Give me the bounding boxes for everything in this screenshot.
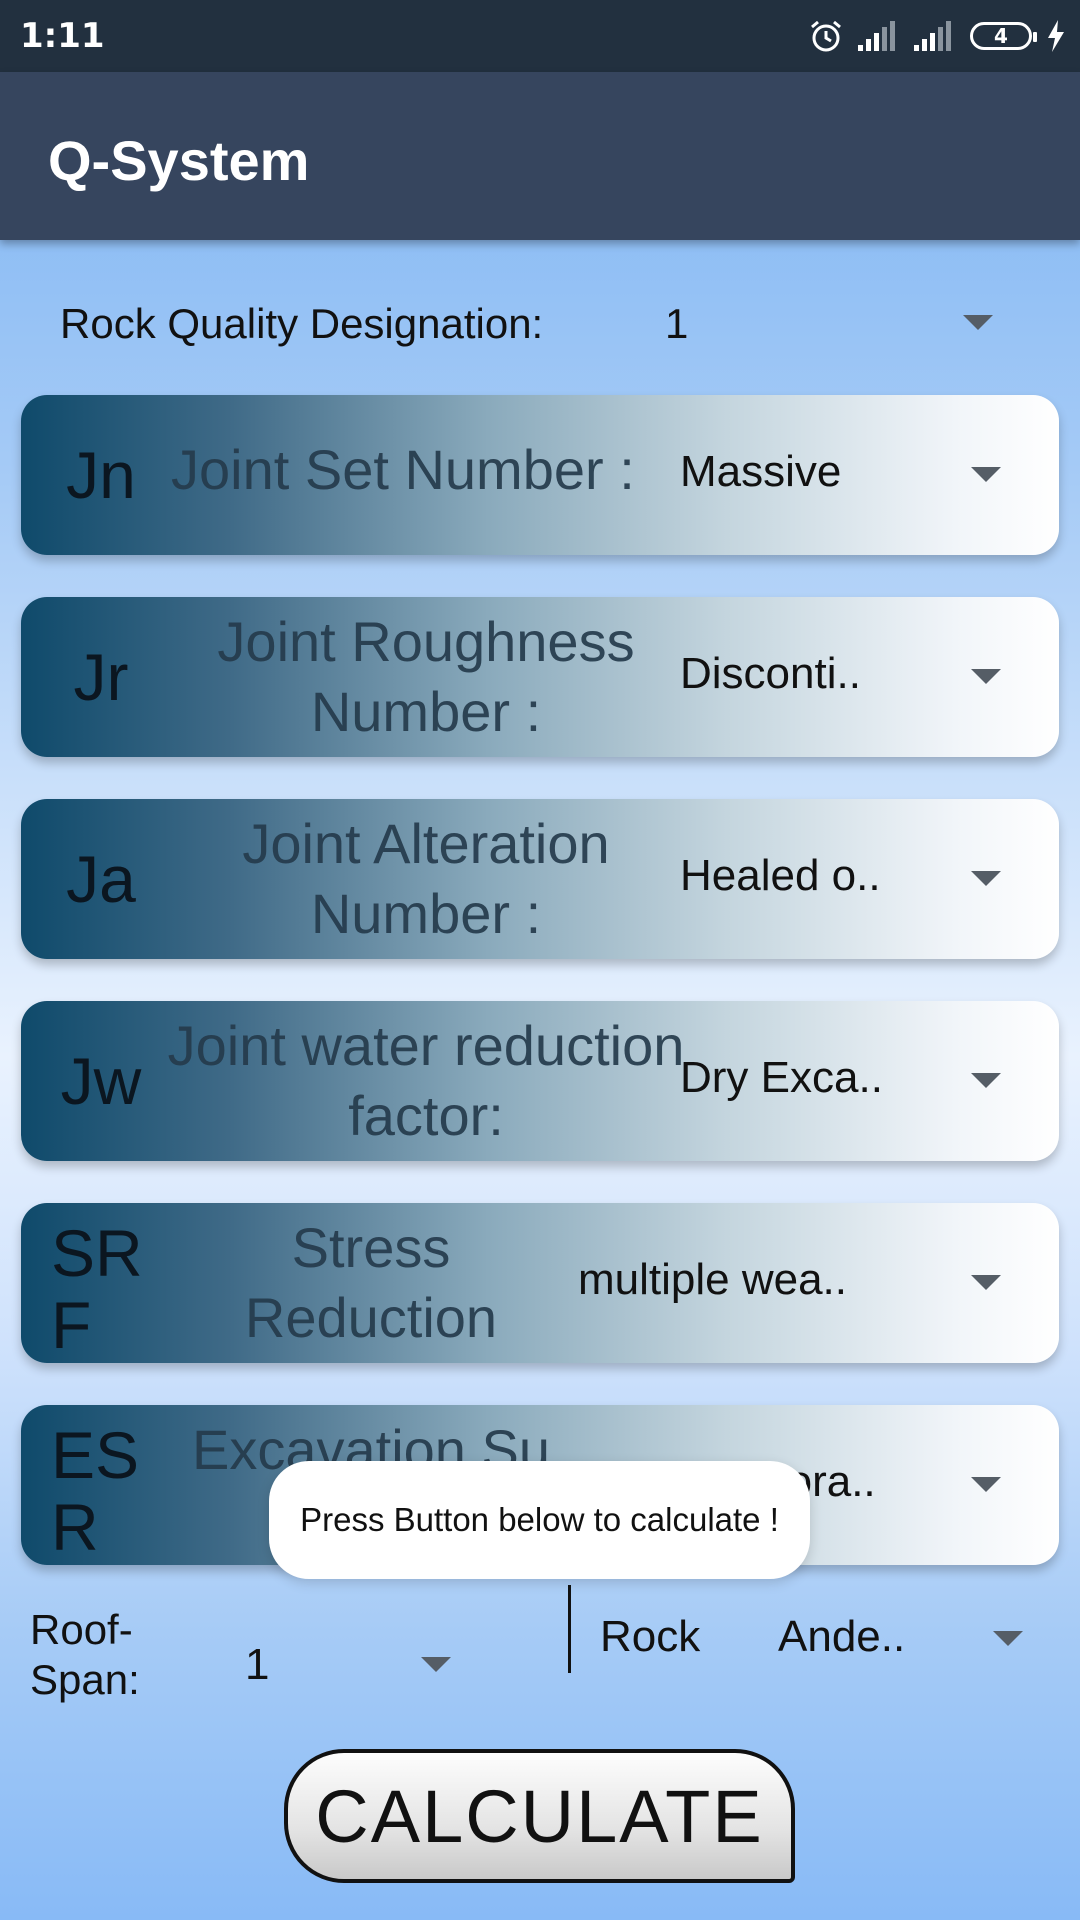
app-bar: Q-System (0, 72, 1080, 240)
jr-dropdown-value[interactable]: Disconti.. (680, 649, 861, 699)
status-time: 1:11 (20, 16, 105, 56)
bottom-divider (568, 1585, 571, 1673)
battery-icon: 4 (970, 22, 1037, 50)
app-title: Q-System (48, 129, 310, 192)
rock-dropdown-value[interactable]: Ande.. (778, 1612, 905, 1662)
roof-span-dropdown-arrow-icon[interactable] (421, 1657, 451, 1672)
rqd-row[interactable]: Rock Quality Designation: 1 (0, 290, 1080, 360)
rock-dropdown-arrow-icon[interactable] (993, 1631, 1023, 1646)
jn-dropdown-value[interactable]: Massive (680, 447, 841, 497)
rock-label: Rock (600, 1612, 701, 1661)
jr-label: Joint Roughness Number : (217, 610, 635, 743)
battery-level: 4 (994, 24, 1008, 48)
ja-dropdown-arrow-icon[interactable] (971, 871, 1001, 886)
signal-icon (858, 21, 895, 51)
jr-card[interactable]: Jr Joint Roughness Number : Disconti.. (21, 597, 1059, 757)
jw-dropdown-arrow-icon[interactable] (971, 1073, 1001, 1088)
roof-span-dropdown-value[interactable]: 1 (245, 1640, 269, 1690)
bottom-row: Roof-Span: 1 Rock Ande.. (0, 1585, 1080, 1715)
charging-icon (1048, 20, 1064, 52)
jw-dropdown-value[interactable]: Dry Exca.. (680, 1053, 883, 1103)
calculate-button[interactable]: CALCULATE (284, 1749, 795, 1883)
jn-label: Joint Set Number : (171, 438, 635, 501)
rqd-dropdown-arrow-icon[interactable] (963, 315, 993, 330)
ja-dropdown-value[interactable]: Healed o.. (680, 851, 881, 901)
srf-dropdown-value[interactable]: multiple wea.. (578, 1255, 847, 1305)
srf-label: Stress Reduction (244, 1216, 498, 1349)
srf-dropdown-arrow-icon[interactable] (971, 1275, 1001, 1290)
alarm-icon (811, 20, 841, 52)
jw-card[interactable]: Jw Joint water reduction factor: Dry Exc… (21, 1001, 1059, 1161)
jw-label: Joint water reduction factor: (167, 1014, 685, 1147)
srf-abbr: SRF (51, 1216, 143, 1362)
rqd-dropdown-value[interactable]: 1 (665, 300, 688, 348)
status-icons: 4 (808, 18, 1066, 54)
esr-dropdown-arrow-icon[interactable] (971, 1477, 1001, 1492)
esr-abbr: ESR (51, 1418, 140, 1564)
roof-span-label: Roof-Span: (30, 1606, 140, 1703)
toast-message: Press Button below to calculate ! (269, 1461, 810, 1579)
srf-card[interactable]: SRF Stress Reduction multiple wea.. (21, 1203, 1059, 1363)
signal-icon-2 (914, 21, 951, 51)
ja-card[interactable]: Ja Joint Alteration Number : Healed o.. (21, 799, 1059, 959)
rqd-label: Rock Quality Designation: (60, 300, 544, 347)
jr-dropdown-arrow-icon[interactable] (971, 669, 1001, 684)
status-bar: 1:11 4 (0, 0, 1080, 72)
jn-dropdown-arrow-icon[interactable] (971, 467, 1001, 482)
ja-label: Joint Alteration Number : (242, 812, 610, 945)
jn-card[interactable]: Jn Joint Set Number : Massive (21, 395, 1059, 555)
